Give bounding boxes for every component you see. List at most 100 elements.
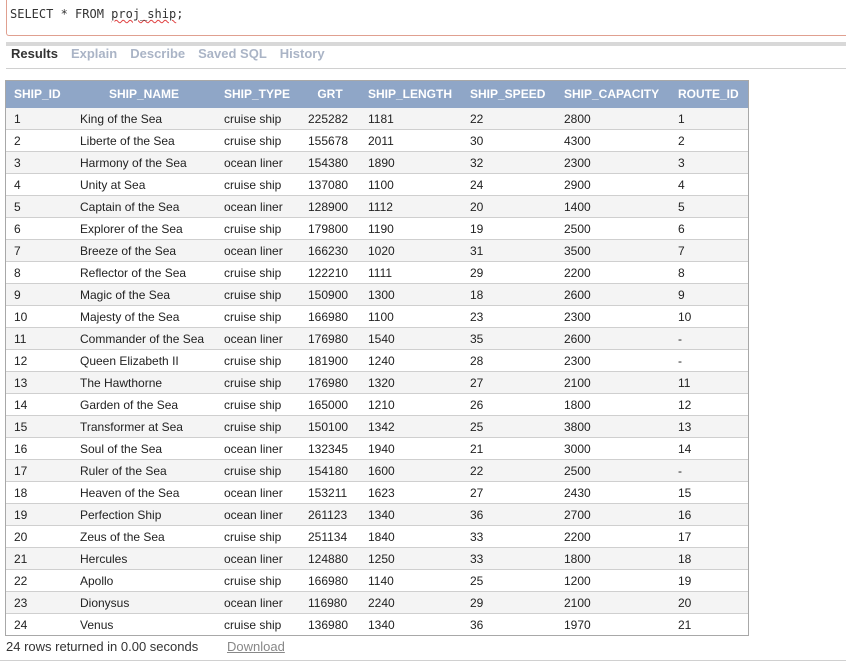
cell-grt: 176980 — [300, 371, 360, 394]
cell-grt: 181900 — [300, 349, 360, 372]
cell-ship-capacity: 2300 — [556, 151, 670, 174]
cell-ship-id: 1 — [6, 107, 72, 130]
cell-route-id: 4 — [670, 173, 748, 196]
cell-ship-capacity: 1400 — [556, 195, 670, 218]
cell-ship-capacity: 2100 — [556, 591, 670, 614]
column-header-ship-length[interactable]: SHIP_LENGTH — [360, 81, 462, 108]
cell-grt: 124880 — [300, 547, 360, 570]
cell-route-id: 2 — [670, 129, 748, 152]
table-row[interactable]: 14 Garden of the Sea cruise ship 165000 1210… — [6, 393, 748, 416]
cell-ship-name: Dionysus — [72, 591, 216, 614]
sql-editor[interactable]: SELECT * FROM proj_ship; — [6, 0, 846, 36]
tab-saved-sql[interactable]: Saved SQL — [198, 46, 267, 68]
cell-ship-type: cruise ship — [216, 415, 300, 438]
cell-ship-capacity: 2600 — [556, 327, 670, 350]
table-row[interactable]: 19 Perfection Ship ocean liner 261123 1340 36… — [6, 503, 748, 526]
cell-ship-speed: 36 — [462, 503, 556, 526]
cell-route-id: 19 — [670, 569, 748, 592]
cell-ship-type: cruise ship — [216, 283, 300, 306]
table-row[interactable]: 12 Queen Elizabeth II cruise ship 181900 124… — [6, 349, 748, 372]
cell-ship-type: cruise ship — [216, 261, 300, 284]
cell-ship-length: 1623 — [360, 481, 462, 504]
cell-ship-speed: 33 — [462, 525, 556, 548]
cell-ship-name: King of the Sea — [72, 107, 216, 130]
table-row[interactable]: 6 Explorer of the Sea cruise ship 179800 119… — [6, 217, 748, 240]
column-header-ship-id[interactable]: SHIP_ID — [6, 81, 72, 108]
cell-route-id: 21 — [670, 613, 748, 635]
sql-query-text: SELECT * FROM proj_ship; — [10, 7, 184, 21]
table-row[interactable]: 10 Majesty of the Sea cruise ship 166980 110… — [6, 305, 748, 328]
cell-grt: 166230 — [300, 239, 360, 262]
cell-ship-length: 1890 — [360, 151, 462, 174]
cell-grt: 154180 — [300, 459, 360, 482]
table-row[interactable]: 5 Captain of the Sea ocean liner 128900 1112… — [6, 195, 748, 218]
table-row[interactable]: 20 Zeus of the Sea cruise ship 251134 1840 33… — [6, 525, 748, 548]
tab-describe[interactable]: Describe — [130, 46, 185, 68]
table-row[interactable]: 22 Apollo cruise ship 166980 1140 25 1200 19 — [6, 569, 748, 592]
table-row[interactable]: 17 Ruler of the Sea cruise ship 154180 1600 2… — [6, 459, 748, 482]
column-header-grt[interactable]: GRT — [300, 81, 360, 108]
cell-ship-type: ocean liner — [216, 547, 300, 570]
cell-ship-capacity: 2500 — [556, 217, 670, 240]
table-row[interactable]: 8 Reflector of the Sea cruise ship 122210 11… — [6, 261, 748, 284]
table-row[interactable]: 23 Dionysus ocean liner 116980 2240 29 2100 20 — [6, 591, 748, 614]
column-header-ship-speed[interactable]: SHIP_SPEED — [462, 81, 556, 108]
cell-ship-id: 6 — [6, 217, 72, 240]
column-header-ship-capacity[interactable]: SHIP_CAPACITY — [556, 81, 670, 108]
table-row[interactable]: 2 Liberte of the Sea cruise ship 155678 2011… — [6, 129, 748, 152]
cell-ship-name: Apollo — [72, 569, 216, 592]
spellcheck-underline: proj_ship — [111, 7, 177, 21]
cell-ship-type: ocean liner — [216, 195, 300, 218]
column-header-ship-type[interactable]: SHIP_TYPE — [216, 81, 300, 108]
table-row[interactable]: 3 Harmony of the Sea ocean liner 154380 1890… — [6, 151, 748, 174]
cell-route-id: 7 — [670, 239, 748, 262]
cell-ship-type: cruise ship — [216, 129, 300, 152]
cell-ship-length: 1940 — [360, 437, 462, 460]
cell-route-id: - — [670, 459, 748, 482]
tab-results[interactable]: Results — [11, 46, 58, 68]
cell-ship-name: Breeze of the Sea — [72, 239, 216, 262]
cell-ship-id: 20 — [6, 525, 72, 548]
cell-grt: 165000 — [300, 393, 360, 416]
table-row[interactable]: 11 Commander of the Sea ocean liner 176980 1… — [6, 327, 748, 350]
cell-ship-name: Perfection Ship — [72, 503, 216, 526]
tab-history[interactable]: History — [280, 46, 325, 68]
table-row[interactable]: 24 Venus cruise ship 136980 1340 36 1970 21 — [6, 613, 748, 635]
table-row[interactable]: 21 Hercules ocean liner 124880 1250 33 1800 18 — [6, 547, 748, 570]
table-row[interactable]: 16 Soul of the Sea ocean liner 132345 1940 21… — [6, 437, 748, 460]
cell-grt: 122210 — [300, 261, 360, 284]
cell-ship-speed: 21 — [462, 437, 556, 460]
table-row[interactable]: 15 Transformer at Sea cruise ship 150100 134… — [6, 415, 748, 438]
header-row: SHIP_ID SHIP_NAME SHIP_TYPE GRT SHIP_LEN… — [6, 81, 748, 108]
cell-ship-length: 1840 — [360, 525, 462, 548]
cell-route-id: 15 — [670, 481, 748, 504]
cell-route-id: 9 — [670, 283, 748, 306]
cell-ship-name: Commander of the Sea — [72, 327, 216, 350]
cell-grt: 155678 — [300, 129, 360, 152]
tab-explain[interactable]: Explain — [71, 46, 117, 68]
cell-ship-length: 1100 — [360, 305, 462, 328]
cell-ship-id: 23 — [6, 591, 72, 614]
cell-ship-name: Harmony of the Sea — [72, 151, 216, 174]
table-row[interactable]: 1 King of the Sea cruise ship 225282 1181 22 2… — [6, 107, 748, 130]
table-row[interactable]: 9 Magic of the Sea cruise ship 150900 1300 18… — [6, 283, 748, 306]
column-header-ship-name[interactable]: SHIP_NAME — [72, 81, 216, 108]
cell-ship-id: 14 — [6, 393, 72, 416]
table-row[interactable]: 7 Breeze of the Sea ocean liner 166230 1020 3… — [6, 239, 748, 262]
cell-ship-length: 1181 — [360, 107, 462, 130]
cell-grt: 150900 — [300, 283, 360, 306]
cell-ship-name: Soul of the Sea — [72, 437, 216, 460]
cell-route-id: 3 — [670, 151, 748, 174]
cell-grt: 154380 — [300, 151, 360, 174]
cell-ship-id: 9 — [6, 283, 72, 306]
cell-route-id: - — [670, 327, 748, 350]
cell-ship-speed: 27 — [462, 371, 556, 394]
cell-grt: 137080 — [300, 173, 360, 196]
cell-ship-name: Liberte of the Sea — [72, 129, 216, 152]
column-header-route-id[interactable]: ROUTE_ID — [670, 81, 748, 108]
table-row[interactable]: 18 Heaven of the Sea ocean liner 153211 1623… — [6, 481, 748, 504]
download-link[interactable]: Download — [227, 639, 285, 654]
table-row[interactable]: 4 Unity at Sea cruise ship 137080 1100 24 2900… — [6, 173, 748, 196]
cell-ship-name: Transformer at Sea — [72, 415, 216, 438]
table-row[interactable]: 13 The Hawthorne cruise ship 176980 1320 27 21… — [6, 371, 748, 394]
